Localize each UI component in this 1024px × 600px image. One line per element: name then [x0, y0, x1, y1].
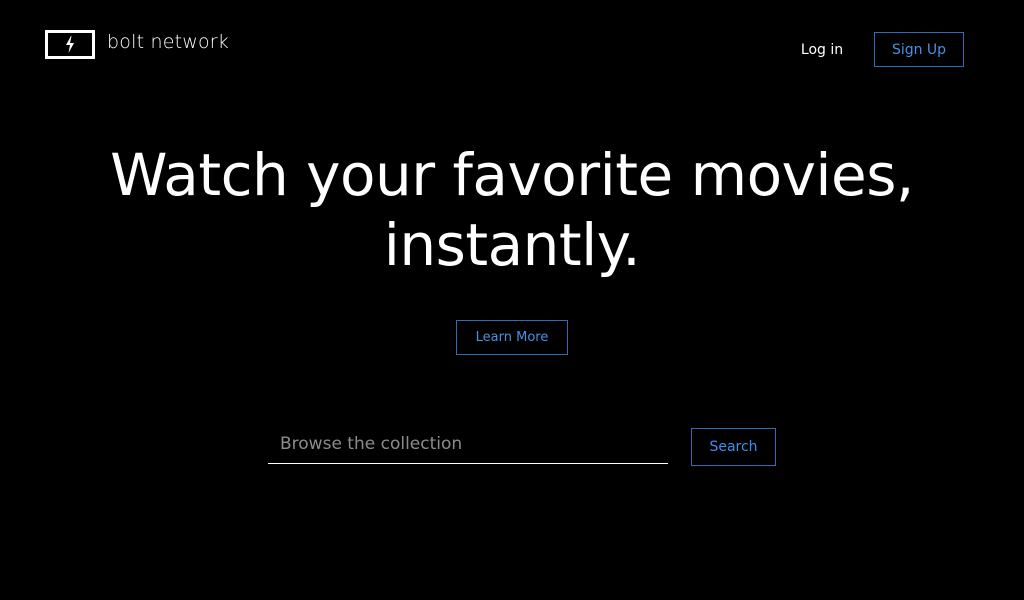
brand-logo[interactable]: bolt network [45, 30, 229, 59]
hero-headline: Watch your favorite movies, instantly. [0, 140, 1024, 280]
learn-more-button[interactable]: Learn More [456, 320, 568, 355]
search-button[interactable]: Search [691, 428, 776, 466]
signup-button[interactable]: Sign Up [874, 32, 964, 67]
search-input[interactable] [268, 428, 668, 464]
login-link[interactable]: Log in [790, 32, 854, 67]
lightning-bolt-glyph [66, 36, 74, 53]
lightning-bolt-icon [45, 30, 95, 59]
hero-headline-line2: instantly. [383, 211, 641, 279]
brand-name: bolt network [107, 31, 230, 53]
hero-headline-line1: Watch your favorite movies, [110, 141, 914, 209]
